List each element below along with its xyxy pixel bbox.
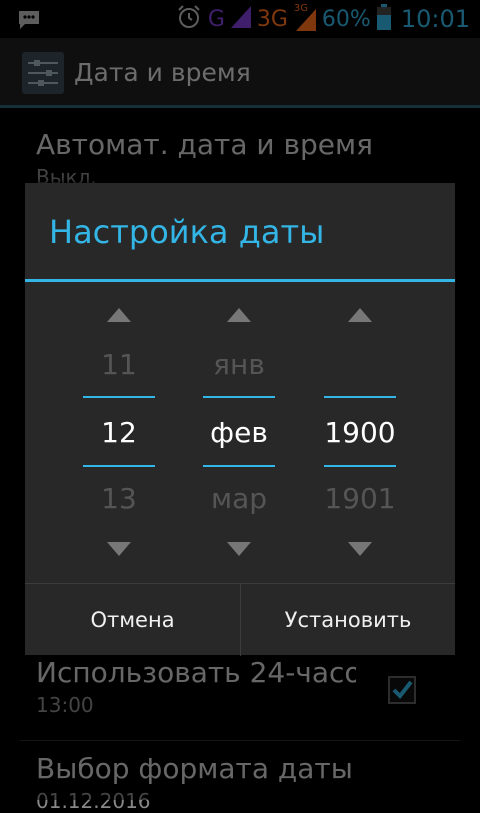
year-decrement-icon[interactable] (348, 542, 372, 556)
month-divider-top (203, 396, 275, 398)
date-picker-dialog: Настройка даты 11 12 13 янв фев мар 1900… (25, 183, 455, 656)
month-prev[interactable]: янв (179, 348, 299, 381)
month-next[interactable]: мар (179, 482, 299, 515)
dialog-button-bar: Отмена Установить (25, 583, 455, 656)
month-picker[interactable]: янв фев мар (199, 282, 279, 582)
cancel-button[interactable]: Отмена (25, 584, 240, 656)
day-next[interactable]: 13 (59, 482, 179, 515)
set-button[interactable]: Установить (241, 584, 455, 656)
month-decrement-icon[interactable] (227, 542, 251, 556)
day-current[interactable]: 12 (59, 416, 179, 449)
year-current[interactable]: 1900 (300, 416, 420, 449)
day-picker[interactable]: 11 12 13 (79, 282, 159, 582)
dialog-title: Настройка даты (49, 213, 325, 251)
day-prev[interactable]: 11 (59, 348, 179, 381)
year-divider-bottom (324, 465, 396, 467)
year-picker[interactable]: 1900 1901 (320, 282, 400, 582)
year-increment-icon[interactable] (348, 308, 372, 322)
year-divider-top (324, 396, 396, 398)
day-increment-icon[interactable] (107, 308, 131, 322)
day-divider-bottom (83, 465, 155, 467)
month-current[interactable]: фев (179, 416, 299, 449)
day-divider-top (83, 396, 155, 398)
month-increment-icon[interactable] (227, 308, 251, 322)
day-decrement-icon[interactable] (107, 542, 131, 556)
month-divider-bottom (203, 465, 275, 467)
year-next[interactable]: 1901 (300, 482, 420, 515)
